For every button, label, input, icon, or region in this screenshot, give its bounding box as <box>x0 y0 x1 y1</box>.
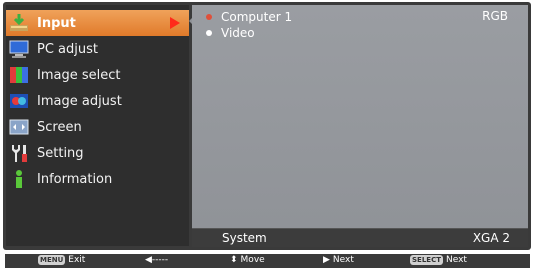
input-option-video[interactable]: Video <box>192 25 528 41</box>
menu-item-label: Input <box>37 15 76 31</box>
system-value: XGA 2 <box>472 231 510 245</box>
menu-item-label: Image adjust <box>37 93 122 109</box>
move-label: Move <box>240 255 265 265</box>
setting-icon <box>9 143 29 163</box>
menu-item-label: Information <box>37 171 113 187</box>
select-hint: SELECT Next <box>410 255 467 265</box>
menu-key-icon: MENU <box>38 255 66 265</box>
input-submenu: Computer 1 RGB Video <box>192 5 528 246</box>
key-guide-bar: MENU Exit ◀----- ⬍ Move ▶ Next SELECT Ne… <box>5 254 530 268</box>
main-menu: Input PC adjust Image select Image adjus… <box>6 5 196 246</box>
menu-item-label: PC adjust <box>37 41 98 57</box>
selected-arrow-icon <box>170 17 180 29</box>
select-key-icon: SELECT <box>410 255 443 265</box>
menu-item-screen[interactable]: Screen <box>6 114 189 140</box>
menu-item-setting[interactable]: Setting <box>6 140 189 166</box>
menu-item-input[interactable]: Input <box>6 10 189 36</box>
menu-item-label: Setting <box>37 145 84 161</box>
menu-item-pc-adjust[interactable]: PC adjust <box>6 36 189 62</box>
next-hint: ▶ Next <box>323 255 354 265</box>
exit-label: Exit <box>68 255 86 265</box>
system-status-bar: System XGA 2 <box>192 228 528 247</box>
back-arrow-icon: ◀----- <box>145 255 169 265</box>
screen-icon <box>9 117 29 137</box>
menu-item-image-adjust[interactable]: Image adjust <box>6 88 189 114</box>
select-next-label: Next <box>445 255 467 265</box>
next-label: Next <box>332 255 354 265</box>
menu-item-label: Image select <box>37 67 121 83</box>
input-icon <box>9 13 29 33</box>
bullet-icon <box>206 30 212 36</box>
image-select-icon <box>9 65 29 85</box>
back-hint: ◀----- <box>145 255 168 265</box>
input-option-label: Video <box>221 26 255 40</box>
move-hint: ⬍ Move <box>230 255 265 265</box>
input-option-computer-1[interactable]: Computer 1 RGB <box>192 9 528 25</box>
right-arrow-icon: ▶ <box>323 255 330 265</box>
information-icon <box>9 169 29 189</box>
menu-item-image-select[interactable]: Image select <box>6 62 189 88</box>
pc-adjust-icon <box>9 39 29 59</box>
exit-hint: MENU Exit <box>38 255 85 265</box>
input-option-label: Computer 1 <box>221 10 293 24</box>
menu-item-label: Screen <box>37 119 82 135</box>
menu-item-information[interactable]: Information <box>6 166 189 192</box>
input-signal-type: RGB <box>482 9 508 23</box>
up-down-arrow-icon: ⬍ <box>230 255 238 265</box>
system-label: System <box>222 231 267 245</box>
image-adjust-icon <box>9 91 29 111</box>
selected-bullet-icon <box>206 14 212 20</box>
